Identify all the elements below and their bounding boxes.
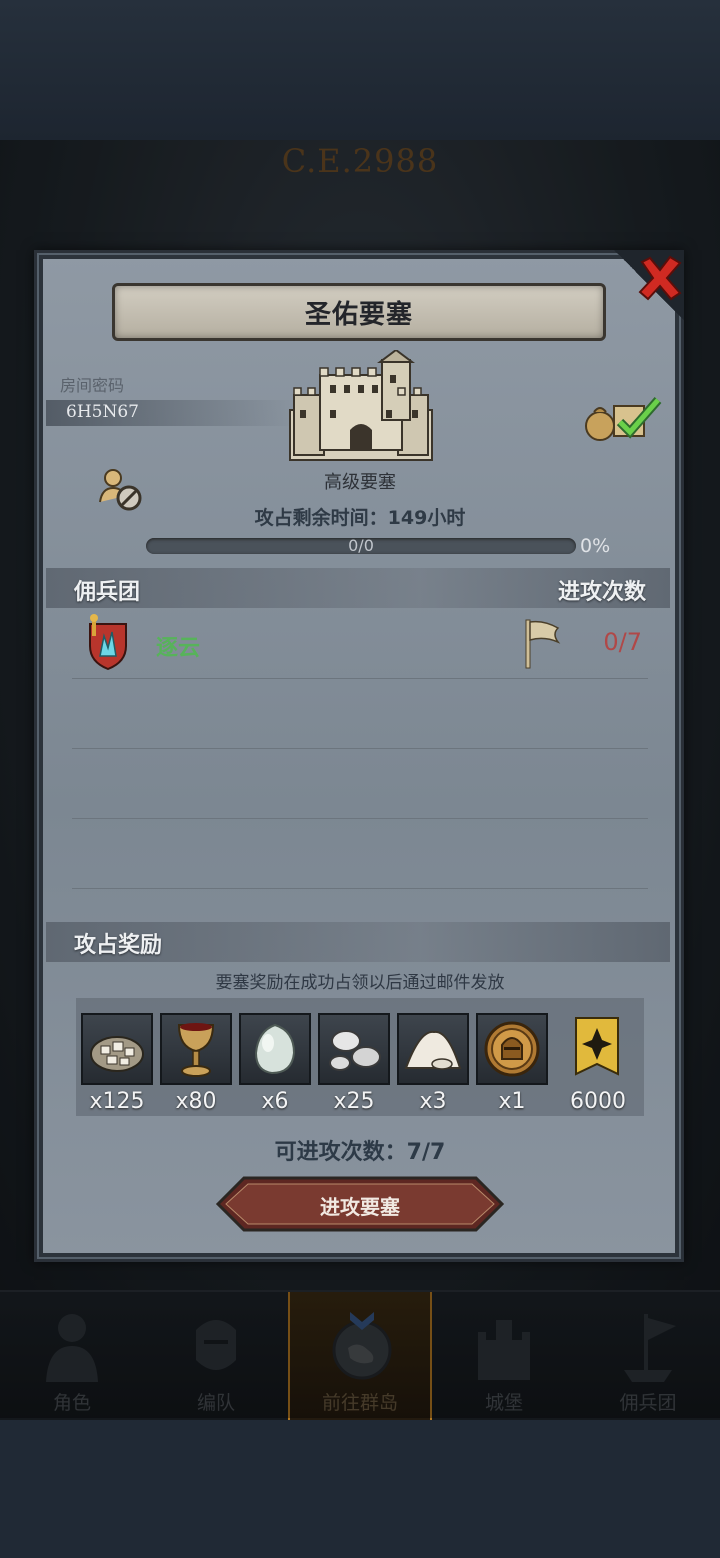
reward-slot	[318, 1013, 390, 1085]
guild-name: 逐云	[156, 636, 201, 661]
reward-slot	[476, 1013, 548, 1085]
divider	[72, 888, 648, 889]
fortress-castle-icon	[289, 350, 433, 461]
room-code: 6H5N67	[66, 402, 139, 422]
nav-item-formation[interactable]: 编队	[144, 1292, 288, 1420]
guild-banner-icon	[575, 1017, 619, 1076]
knight-medal-icon	[484, 1021, 540, 1077]
nav-item-castle[interactable]: 城堡	[432, 1292, 576, 1420]
guild-row[interactable]: 逐云 0/7	[72, 612, 648, 679]
formation-icon	[196, 1320, 236, 1370]
powder-pile-icon	[404, 1030, 462, 1070]
reward-qty: x1	[498, 1089, 526, 1114]
goblet-icon	[177, 1023, 215, 1077]
guild-emblem-icon	[89, 614, 127, 670]
progress-count: 0/0	[348, 536, 374, 555]
mercenary-icon	[624, 1314, 676, 1382]
attack-fortress-button[interactable]: 进攻要塞	[216, 1176, 504, 1232]
reward-qty: x125	[89, 1089, 145, 1114]
reward-qty: x25	[333, 1089, 375, 1114]
divider	[72, 748, 648, 749]
flag-icon	[525, 619, 561, 669]
reward-qty: 6000	[570, 1089, 626, 1114]
reward-slot	[239, 1013, 311, 1085]
title-plate: 圣佑要塞	[112, 283, 606, 341]
nav-item-mercenary[interactable]: 佣兵团	[576, 1292, 720, 1420]
bottom-backdrop	[0, 1420, 720, 1558]
moonstone-icon	[254, 1023, 296, 1075]
castle-icon	[478, 1320, 530, 1380]
silver-orbs-icon	[329, 1030, 381, 1071]
nav-label: 前往群岛	[321, 1392, 398, 1414]
attempts-remaining: 可进攻次数：7/7	[274, 1140, 446, 1165]
reward-item[interactable]: x1	[475, 1013, 549, 1114]
nav-label: 城堡	[484, 1392, 523, 1414]
rewards-header: 攻占奖励	[74, 933, 163, 958]
nav-label: 角色	[52, 1392, 91, 1414]
attack-count-header: 进攻次数	[557, 580, 646, 605]
reward-item[interactable]: 6000	[561, 1013, 635, 1114]
modal-title: 圣佑要塞	[304, 299, 413, 330]
nav-label: 编队	[196, 1392, 235, 1414]
reward-qty: x6	[261, 1089, 289, 1114]
close-button[interactable]	[632, 250, 688, 306]
close-icon	[638, 255, 682, 301]
top-backdrop	[0, 0, 720, 140]
attack-button-label: 进攻要塞	[320, 1195, 400, 1219]
nav-item-character[interactable]: 角色	[0, 1292, 144, 1420]
reward-item[interactable]: x3	[396, 1013, 470, 1114]
reward-item[interactable]: x125	[80, 1013, 154, 1114]
mercenary-header: 佣兵团	[74, 580, 141, 605]
loot-claimed-icon[interactable]	[584, 392, 664, 442]
reward-slot	[561, 1013, 633, 1085]
reward-item[interactable]: x80	[159, 1013, 233, 1114]
ore-pile-icon	[90, 1036, 144, 1072]
nav-label: 佣兵团	[619, 1392, 677, 1414]
reward-note: 要塞奖励在成功占领以后通过邮件发放	[215, 973, 505, 993]
reward-item[interactable]: x25	[317, 1013, 391, 1114]
bottom-nav: 角色 编队 前往群岛 城堡 佣兵团	[0, 1290, 720, 1420]
character-icon	[46, 1314, 98, 1382]
reward-item[interactable]: x6	[238, 1013, 312, 1114]
reward-slot	[81, 1013, 153, 1085]
progress-percent: 0%	[580, 535, 611, 557]
reward-qty: x3	[419, 1089, 447, 1114]
reward-slot	[397, 1013, 469, 1085]
reward-qty: x80	[175, 1089, 217, 1114]
islands-icon	[332, 1312, 392, 1380]
nav-item-islands[interactable]: 前往群岛	[288, 1292, 432, 1420]
reward-slot	[160, 1013, 232, 1085]
time-remaining: 攻占剩余时间：149小时	[254, 507, 466, 529]
room-code-label: 房间密码	[60, 376, 125, 395]
divider	[72, 818, 648, 819]
guild-attack-count: 0/7	[603, 628, 642, 656]
